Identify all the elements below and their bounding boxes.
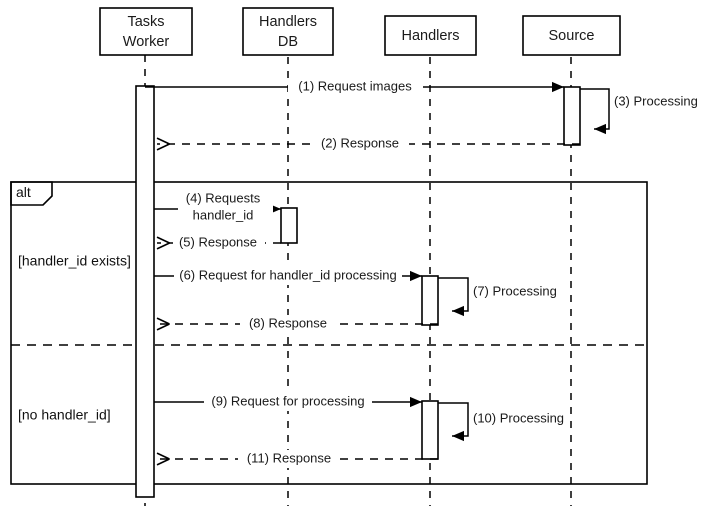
participant-label-source: Source	[549, 28, 595, 44]
message-10-label: (10) Processing	[473, 410, 564, 425]
message-1-label: (1) Request images	[298, 78, 412, 93]
message-6-label: (6) Request for handler_id processing	[179, 267, 397, 282]
message-8-label: (8) Response	[249, 315, 327, 330]
participant-label-tasks-worker-line2: Worker	[123, 34, 170, 50]
participant-label-handlers-db-line1: Handlers	[259, 14, 317, 30]
participant-label-tasks-worker-line1: Tasks	[127, 14, 164, 30]
message-2-response[interactable]: (2) Response	[157, 135, 580, 153]
participant-handlers[interactable]: Handlers	[384, 15, 477, 56]
participant-source[interactable]: Source	[522, 15, 621, 56]
message-7-processing-self-loop[interactable]: (7) Processing	[438, 277, 557, 317]
alt-fragment-operator-label: alt	[16, 184, 31, 200]
message-7-arrow	[438, 277, 469, 317]
alt-fragment-guard-2: [no handler_id]	[18, 407, 111, 423]
message-10-processing-self-loop[interactable]: (10) Processing	[438, 402, 564, 442]
message-10-arrow	[438, 402, 469, 442]
message-2-label: (2) Response	[321, 135, 399, 150]
message-4-requests-handler-id[interactable]: (4) Requests handler_id	[154, 189, 281, 223]
message-11-response[interactable]: (11) Response	[157, 450, 438, 468]
message-6-request-handler-id-processing[interactable]: (6) Request for handler_id processing	[154, 267, 422, 285]
participant-label-handlers: Handlers	[401, 28, 459, 44]
participant-tasks-worker[interactable]: Tasks Worker	[99, 7, 193, 56]
activation-bar-handlers-second	[421, 400, 439, 460]
message-1-request-images[interactable]: (1) Request images	[145, 78, 564, 96]
message-9-request-for-processing[interactable]: (9) Request for processing	[154, 393, 422, 411]
message-7-label: (7) Processing	[473, 283, 557, 298]
activation-bar-source	[563, 86, 581, 146]
message-4-label-line1: (4) Requests	[186, 190, 261, 205]
message-5-label: (5) Response	[179, 234, 257, 249]
message-3-arrow	[580, 88, 610, 135]
message-3-label: (3) Processing	[614, 93, 698, 108]
message-9-label: (9) Request for processing	[211, 393, 364, 408]
participant-label-handlers-db-line2: DB	[278, 34, 298, 50]
alt-fragment-guard-1: [handler_id exists]	[18, 253, 131, 269]
message-11-label: (11) Response	[247, 450, 331, 465]
message-4-label-line2: handler_id	[193, 207, 254, 222]
activation-bar-tasks-worker	[135, 85, 155, 498]
sequence-diagram-svg: alt [handler_id exists] [no handler_id] …	[10, 7, 698, 506]
sequence-diagram-canvas: alt [handler_id exists] [no handler_id] …	[0, 0, 703, 506]
message-3-processing-self-loop[interactable]: (3) Processing	[580, 88, 698, 135]
participant-handlers-db[interactable]: Handlers DB	[242, 7, 334, 56]
activation-bar-handlers-first	[421, 275, 439, 326]
activation-bar-handlers-db	[280, 207, 298, 244]
message-8-response[interactable]: (8) Response	[157, 315, 438, 333]
message-5-response[interactable]: (5) Response	[157, 234, 281, 252]
